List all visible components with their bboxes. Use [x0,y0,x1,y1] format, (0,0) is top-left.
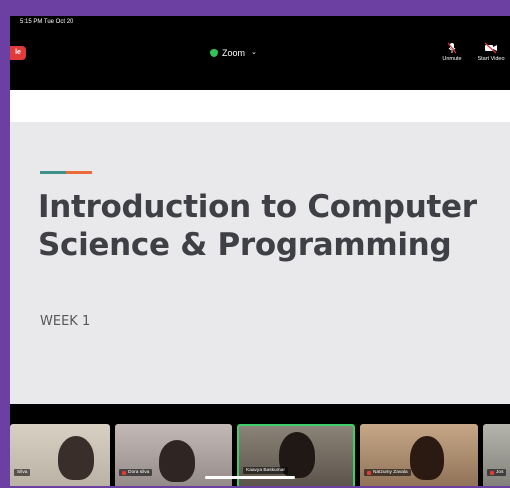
slide-title-line1: Introduction to Computer [38,189,477,225]
participant-name: Kaavya Baskumar [246,468,285,473]
participant-name-tag: Dora silva [119,469,153,476]
start-video-label: Start Video [477,56,505,62]
participant-video [159,440,195,482]
participant-name-tag: Natzumy Zavala [364,469,411,476]
participant-video [410,436,444,480]
unmute-button[interactable]: Unmute [438,42,466,62]
meeting-title: Zoom [222,48,246,58]
status-bar: 5:15 PM Tue Oct 20 [10,16,510,28]
participant-tile[interactable]: Silva [10,424,110,486]
status-time: 5:15 PM Tue Oct 20 [20,19,74,25]
mic-off-icon [122,470,126,475]
start-video-button[interactable]: Start Video [472,42,510,62]
participant-tile[interactable]: Jos [483,424,510,486]
shared-slide: Introduction to Computer Science & Progr… [10,122,510,404]
shared-screen-header [10,90,510,122]
microphone-muted-icon [447,42,457,54]
leave-button[interactable]: le [10,46,26,60]
chevron-down-icon: ⌄ [251,49,257,56]
mic-off-icon [490,470,494,475]
slide-title: Introduction to Computer Science & Progr… [38,188,508,264]
slide-accent-bar [40,171,92,174]
participant-name: Natzumy Zavala [373,470,408,475]
slide-subtitle: WEEK 1 [40,314,91,329]
unmute-label: Unmute [442,56,462,62]
accent-teal [40,171,66,174]
participant-name: Silva [17,470,28,475]
participant-name: Dora silva [128,470,150,475]
participant-name-tag: Kaavya Baskumar [243,467,288,474]
meeting-toolbar: le Zoom ⌄ Unmute Start Video [10,28,510,72]
participant-gallery[interactable]: Silva Dora silva Kaavya Baskumar Natzumy… [10,404,510,486]
slide-title-line2: Science & Programming [38,227,452,263]
zoom-screen: 5:15 PM Tue Oct 20 le Zoom ⌄ Unmute Star… [10,16,510,486]
home-indicator [205,476,295,479]
participant-name-tag: Jos [487,469,507,476]
participant-name-tag: Silva [14,469,31,476]
meeting-title-dropdown[interactable]: Zoom ⌄ [210,46,257,60]
shield-icon [210,49,218,57]
participant-tile[interactable]: Natzumy Zavala [360,424,478,486]
participant-name: Jos [496,470,504,475]
accent-orange [66,171,92,174]
participant-video [58,436,94,480]
video-camera-off-icon [484,42,497,54]
mic-off-icon [367,470,371,475]
